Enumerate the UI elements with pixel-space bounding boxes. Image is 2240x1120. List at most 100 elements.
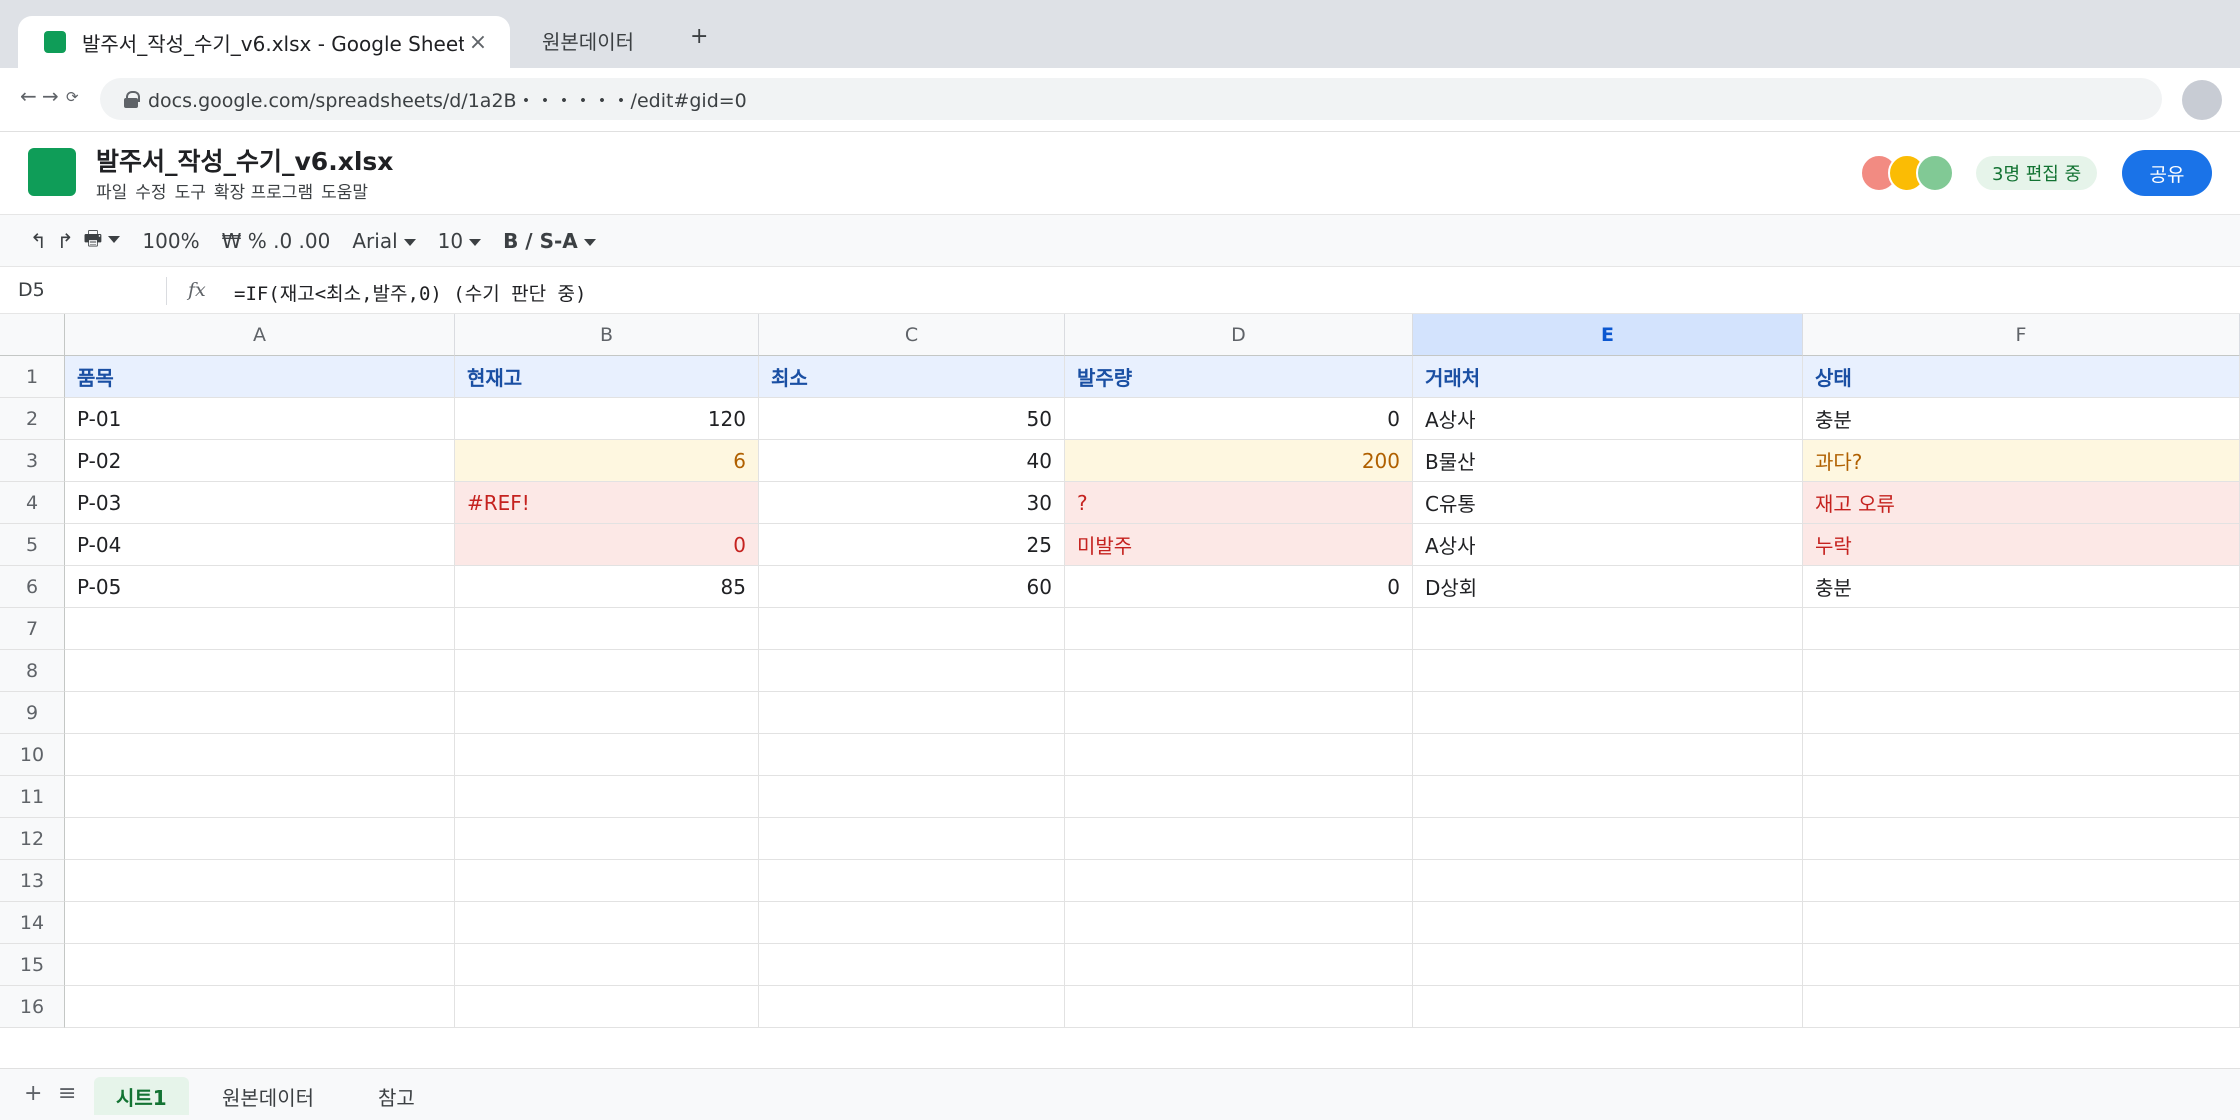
address-bar[interactable]: docs.google.com/spreadsheets/d/1a2B・・・・・…: [100, 78, 2162, 120]
header-cell-stock[interactable]: 현재고: [455, 356, 759, 398]
empty-cell[interactable]: [1065, 650, 1413, 692]
header-cell-min[interactable]: 최소: [759, 356, 1065, 398]
row-header[interactable]: 3: [0, 440, 65, 482]
empty-cell[interactable]: [455, 818, 759, 860]
empty-cell[interactable]: [65, 776, 455, 818]
row-header[interactable]: 12: [0, 818, 65, 860]
empty-cell[interactable]: [1413, 986, 1803, 1028]
empty-cell[interactable]: [455, 776, 759, 818]
table-cell[interactable]: B물산: [1413, 440, 1803, 482]
empty-cell[interactable]: [455, 986, 759, 1028]
table-cell[interactable]: 85: [455, 566, 759, 608]
menu-file[interactable]: 파일: [96, 178, 127, 203]
empty-cell[interactable]: [1803, 608, 2240, 650]
row-header[interactable]: 1: [0, 356, 65, 398]
empty-cell[interactable]: [65, 902, 455, 944]
column-header-b[interactable]: B: [455, 314, 759, 356]
empty-cell[interactable]: [1803, 818, 2240, 860]
table-cell[interactable]: 충분: [1803, 566, 2240, 608]
table-cell[interactable]: 30: [759, 482, 1065, 524]
table-cell[interactable]: 60: [759, 566, 1065, 608]
sheet-tab-source-data[interactable]: 원본데이터: [200, 1077, 336, 1115]
empty-cell[interactable]: [759, 818, 1065, 860]
font-size-select[interactable]: 10: [438, 229, 482, 253]
empty-cell[interactable]: [1065, 692, 1413, 734]
empty-cell[interactable]: [1065, 776, 1413, 818]
empty-cell[interactable]: [759, 986, 1065, 1028]
print-button[interactable]: 🖶: [84, 224, 121, 258]
empty-cell[interactable]: [1065, 902, 1413, 944]
table-cell[interactable]: 0: [1065, 398, 1413, 440]
row-header[interactable]: 8: [0, 650, 65, 692]
row-header[interactable]: 10: [0, 734, 65, 776]
empty-cell[interactable]: [1803, 692, 2240, 734]
empty-cell[interactable]: [65, 944, 455, 986]
empty-cell[interactable]: [65, 650, 455, 692]
empty-cell[interactable]: [1803, 776, 2240, 818]
row-header[interactable]: 9: [0, 692, 65, 734]
zoom-select[interactable]: 100%: [142, 229, 199, 253]
empty-cell[interactable]: [65, 692, 455, 734]
select-all-corner[interactable]: [0, 314, 65, 356]
table-cell[interactable]: P-03: [65, 482, 455, 524]
doc-title[interactable]: 발주서_작성_수기_v6.xlsx: [96, 142, 393, 178]
empty-cell[interactable]: [65, 860, 455, 902]
table-cell[interactable]: 200: [1065, 440, 1413, 482]
empty-cell[interactable]: [65, 608, 455, 650]
table-cell[interactable]: 재고 오류: [1803, 482, 2240, 524]
table-cell[interactable]: A상사: [1413, 398, 1803, 440]
column-header-c[interactable]: C: [759, 314, 1065, 356]
browser-tab-inactive[interactable]: 원본데이터: [542, 26, 634, 55]
header-cell-item[interactable]: 품목: [65, 356, 455, 398]
row-header[interactable]: 5: [0, 524, 65, 566]
header-cell-status[interactable]: 상태: [1803, 356, 2240, 398]
empty-cell[interactable]: [1413, 902, 1803, 944]
table-cell[interactable]: 120: [455, 398, 759, 440]
avatar[interactable]: [1916, 154, 1954, 192]
all-sheets-button[interactable]: ≡: [58, 1081, 76, 1106]
empty-cell[interactable]: [1803, 860, 2240, 902]
empty-cell[interactable]: [1065, 860, 1413, 902]
empty-cell[interactable]: [1065, 734, 1413, 776]
table-cell[interactable]: 25: [759, 524, 1065, 566]
empty-cell[interactable]: [1803, 902, 2240, 944]
sheets-logo-icon[interactable]: [28, 148, 76, 196]
empty-cell[interactable]: [1803, 650, 2240, 692]
empty-cell[interactable]: [1413, 650, 1803, 692]
row-header[interactable]: 15: [0, 944, 65, 986]
empty-cell[interactable]: [1803, 734, 2240, 776]
empty-cell[interactable]: [1413, 692, 1803, 734]
column-header-f[interactable]: F: [1803, 314, 2240, 356]
row-header[interactable]: 4: [0, 482, 65, 524]
menu-edit[interactable]: 수정: [135, 178, 166, 203]
row-header[interactable]: 11: [0, 776, 65, 818]
column-header-d[interactable]: D: [1065, 314, 1413, 356]
empty-cell[interactable]: [1803, 944, 2240, 986]
column-header-e[interactable]: E: [1413, 314, 1803, 356]
table-cell[interactable]: 충분: [1803, 398, 2240, 440]
table-cell[interactable]: P-01: [65, 398, 455, 440]
row-header[interactable]: 6: [0, 566, 65, 608]
empty-cell[interactable]: [455, 860, 759, 902]
table-cell[interactable]: ?: [1065, 482, 1413, 524]
table-cell[interactable]: A상사: [1413, 524, 1803, 566]
row-header[interactable]: 7: [0, 608, 65, 650]
table-cell[interactable]: P-04: [65, 524, 455, 566]
empty-cell[interactable]: [455, 734, 759, 776]
text-style-select[interactable]: B / S-A: [503, 229, 596, 253]
table-cell[interactable]: D상회: [1413, 566, 1803, 608]
selected-cell-d5[interactable]: 미발주: [1065, 524, 1413, 566]
sheet-tab-reference[interactable]: 참고: [356, 1077, 437, 1115]
new-tab-button[interactable]: +: [690, 24, 708, 49]
table-cell[interactable]: 40: [759, 440, 1065, 482]
empty-cell[interactable]: [759, 608, 1065, 650]
forward-icon[interactable]: →: [42, 84, 59, 108]
empty-cell[interactable]: [1065, 818, 1413, 860]
empty-cell[interactable]: [1413, 608, 1803, 650]
empty-cell[interactable]: [1803, 986, 2240, 1028]
empty-cell[interactable]: [65, 818, 455, 860]
formula-input[interactable]: =IF(재고<최소,발주,0) (수기 판단 중): [234, 279, 586, 306]
empty-cell[interactable]: [759, 902, 1065, 944]
row-header[interactable]: 16: [0, 986, 65, 1028]
table-cell[interactable]: 누락: [1803, 524, 2240, 566]
